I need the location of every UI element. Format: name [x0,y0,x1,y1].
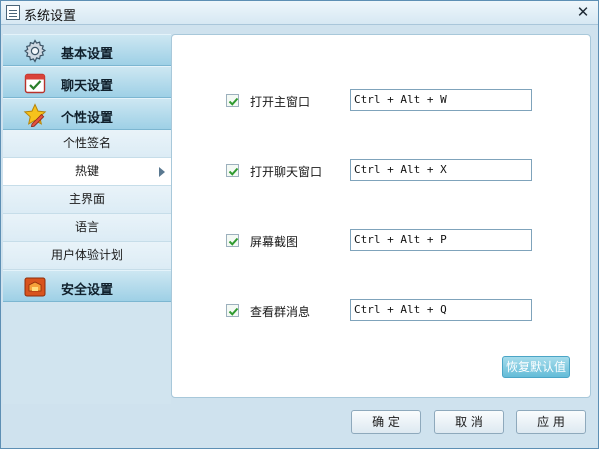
close-button[interactable]: ✕ [574,2,592,22]
hotkey-label: 屏幕截图 [250,235,299,249]
hotkey-input[interactable]: Ctrl + Alt + W [350,89,532,111]
gear-icon [23,39,47,63]
hotkey-checkbox[interactable] [226,94,239,107]
hotkey-label: 查看群消息 [250,305,311,319]
settings-window: 系统设置 ✕ 基本设置 聊天设置 个性设置 个性签名 热键 主界面 语言 用户体… [0,0,599,449]
hotkey-label: 打开聊天窗口 [250,165,323,179]
sidebar-item-label: 用户体验计划 [50,248,123,262]
hotkey-row-chat-window: 打开聊天窗口 Ctrl + Alt + X [226,159,536,183]
sidebar-item-experience-plan[interactable]: 用户体验计划 [3,242,171,270]
sidebar-item-label: 主界面 [68,192,105,206]
sidebar-item-label: 热键 [74,164,99,178]
settings-sidebar: 基本设置 聊天设置 个性设置 个性签名 热键 主界面 语言 用户体验计划 安全设… [3,34,171,404]
sidebar-item-main-ui[interactable]: 主界面 [3,186,171,214]
sidebar-item-language[interactable]: 语言 [3,214,171,242]
checkmark-icon [228,237,239,246]
restore-defaults-button[interactable]: 恢复默认值 [502,356,570,378]
sidebar-section-label: 基本设置 [61,47,114,62]
hotkey-row-main-window: 打开主窗口 Ctrl + Alt + W [226,89,536,113]
sidebar-item-label: 语言 [74,220,99,234]
sidebar-item-label: 个性签名 [62,136,111,150]
sidebar-section-basic[interactable]: 基本设置 [3,34,171,66]
sidebar-item-hotkeys[interactable]: 热键 [3,158,171,186]
calendar-check-icon [23,71,47,95]
hotkey-label: 打开主窗口 [250,95,311,109]
sidebar-section-label: 安全设置 [61,283,114,298]
hotkey-input[interactable]: Ctrl + Alt + Q [350,299,532,321]
checkmark-icon [228,97,239,106]
title-bar[interactable]: 系统设置 ✕ [1,1,598,25]
hotkey-row-screenshot: 屏幕截图 Ctrl + Alt + P [226,229,536,253]
hotkey-input[interactable]: Ctrl + Alt + P [350,229,532,251]
sidebar-section-label: 个性设置 [61,111,114,126]
hotkey-checkbox[interactable] [226,304,239,317]
window-title: 系统设置 [24,9,77,24]
star-pencil-icon [23,103,47,128]
hotkey-row-group-messages: 查看群消息 Ctrl + Alt + Q [226,299,536,323]
checkmark-icon [228,167,239,176]
sidebar-section-label: 聊天设置 [61,79,114,94]
apply-button[interactable]: 应 用 [516,410,586,434]
ok-button[interactable]: 确 定 [351,410,421,434]
hotkey-input[interactable]: Ctrl + Alt + X [350,159,532,181]
cancel-button[interactable]: 取 消 [434,410,504,434]
sidebar-section-chat[interactable]: 聊天设置 [3,66,171,98]
hotkey-checkbox[interactable] [226,234,239,247]
chevron-right-icon [159,167,165,177]
shield-icon [23,275,47,299]
checkmark-icon [228,307,239,316]
sidebar-section-personal[interactable]: 个性设置 [3,98,171,130]
sidebar-section-security[interactable]: 安全设置 [3,270,171,302]
hotkey-checkbox[interactable] [226,164,239,177]
sidebar-item-signature[interactable]: 个性签名 [3,130,171,158]
hotkeys-panel: 打开主窗口 Ctrl + Alt + W 打开聊天窗口 Ctrl + Alt +… [171,34,591,398]
window-app-icon [6,5,20,20]
